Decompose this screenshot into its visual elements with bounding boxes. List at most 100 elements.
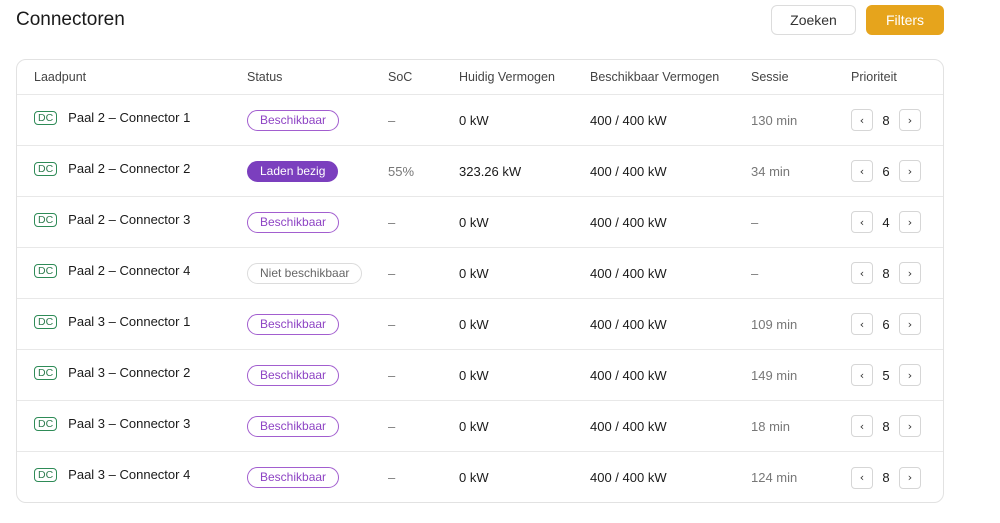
priority-value: 8 — [882, 418, 890, 434]
cell-prioriteit: ‹ 8 › — [851, 452, 921, 502]
priority-increase-button[interactable]: › — [899, 415, 921, 437]
priority-decrease-button[interactable]: ‹ — [851, 364, 873, 386]
table-header-row: Laadpunt Status SoC Huidig Vermogen Besc… — [17, 60, 943, 95]
column-header-prioriteit[interactable]: Prioriteit — [851, 60, 897, 94]
cell-huidig-vermogen: 0 kW — [459, 470, 489, 485]
priority-decrease-button[interactable]: ‹ — [851, 313, 873, 335]
filters-button[interactable]: Filters — [866, 5, 944, 35]
priority-value: 6 — [882, 163, 890, 179]
priority-decrease-button[interactable]: ‹ — [851, 109, 873, 131]
cell-beschikbaar-vermogen: 400 / 400 kW — [590, 470, 667, 485]
table-row[interactable]: DC Paal 3 – Connector 2 Beschikbaar – 0 kW 40… — [17, 350, 943, 401]
cell-huidig-vermogen: 0 kW — [459, 367, 489, 383]
cell-beschikbaar-vermogen: 400 / 400 kW — [590, 163, 667, 179]
status-badge: Beschikbaar — [247, 313, 340, 335]
priority-decrease-button[interactable]: ‹ — [851, 211, 873, 233]
priority-value: 6 — [882, 316, 890, 332]
priority-decrease-button[interactable]: ‹ — [851, 415, 873, 437]
table-row[interactable]: DC Paal 2 – Connector 1 Beschikbaar – 0 kW 40… — [17, 95, 943, 146]
cell-status: Beschikbaar — [247, 299, 340, 349]
status-badge: Beschikbaar — [247, 109, 340, 131]
cell-beschikbaar-vermogen: 400 / 400 kW — [590, 316, 667, 332]
column-header-huidig-vermogen[interactable]: Huidig Vermogen — [459, 60, 555, 94]
column-header-soc[interactable]: SoC — [388, 60, 412, 94]
connector-name: Paal 2 – Connector 2 — [68, 161, 191, 176]
connector-name: Paal 3 – Connector 1 — [68, 314, 191, 329]
priority-value: 5 — [882, 367, 890, 383]
connector-name: Paal 2 – Connector 3 — [68, 212, 191, 227]
cell-soc: – — [388, 112, 396, 128]
cell-beschikbaar-vermogen: 400 / 400 kW — [590, 214, 667, 230]
priority-increase-button[interactable]: › — [899, 313, 921, 335]
cell-huidig-vermogen: 0 kW — [459, 316, 489, 332]
priority-decrease-button[interactable]: ‹ — [851, 262, 873, 284]
priority-decrease-button[interactable]: ‹ — [851, 466, 873, 489]
connector-type-badge: DC — [34, 111, 58, 125]
cell-prioriteit: ‹ 6 › — [851, 146, 921, 196]
column-header-sessie[interactable]: Sessie — [751, 60, 789, 94]
column-header-beschikbaar-vermogen[interactable]: Beschikbaar Vermogen — [590, 60, 719, 94]
priority-increase-button[interactable]: › — [899, 160, 921, 182]
cell-laadpunt: DC Paal 3 – Connector 1 — [34, 299, 190, 349]
cell-laadpunt: DC Paal 3 – Connector 2 — [34, 350, 190, 400]
table-row[interactable]: DC Paal 3 – Connector 1 Beschikbaar – 0 kW 40… — [17, 299, 943, 350]
connector-name: Paal 2 – Connector 4 — [68, 263, 191, 278]
priority-increase-button[interactable]: › — [899, 262, 921, 284]
cell-soc: – — [388, 470, 396, 485]
cell-sessie: – — [751, 265, 759, 281]
connector-type-badge: DC — [34, 315, 58, 329]
table-row[interactable]: DC Paal 2 – Connector 2 Laden bezig 55% 323.… — [17, 146, 943, 197]
page-title: Connectoren — [16, 9, 125, 30]
cell-prioriteit: ‹ 4 › — [851, 197, 921, 247]
cell-prioriteit: ‹ 8 › — [851, 401, 921, 451]
cell-prioriteit: ‹ 6 › — [851, 299, 921, 349]
connector-name: Paal 3 – Connector 2 — [68, 365, 191, 380]
connector-type-badge: DC — [34, 162, 58, 176]
cell-sessie: 18 min — [751, 418, 791, 434]
cell-huidig-vermogen: 0 kW — [459, 265, 489, 281]
column-header-status[interactable]: Status — [247, 60, 282, 94]
priority-increase-button[interactable]: › — [899, 211, 921, 233]
cell-status: Laden bezig — [247, 146, 339, 196]
status-badge: Beschikbaar — [247, 415, 340, 437]
cell-sessie: 34 min — [751, 163, 791, 179]
cell-laadpunt: DC Paal 3 – Connector 3 — [34, 401, 190, 451]
cell-beschikbaar-vermogen: 400 / 400 kW — [590, 418, 667, 434]
cell-prioriteit: ‹ 8 › — [851, 248, 921, 298]
cell-status: Beschikbaar — [247, 350, 340, 400]
cell-soc: – — [388, 367, 396, 383]
connector-type-badge: DC — [34, 417, 58, 431]
priority-increase-button[interactable]: › — [899, 109, 921, 131]
table-row[interactable]: DC Paal 3 – Connector 4 Beschikbaar – 0 kW 40… — [17, 452, 943, 502]
cell-soc: – — [388, 265, 396, 281]
cell-laadpunt: DC Paal 3 – Connector 4 — [34, 452, 190, 502]
table-row[interactable]: DC Paal 2 – Connector 3 Beschikbaar – 0 kW 40… — [17, 197, 943, 248]
priority-decrease-button[interactable]: ‹ — [851, 160, 873, 182]
cell-huidig-vermogen: 323.26 kW — [459, 163, 522, 179]
search-button[interactable]: Zoeken — [771, 5, 856, 35]
status-badge: Niet beschikbaar — [247, 262, 363, 284]
status-badge: Beschikbaar — [247, 211, 340, 233]
status-badge: Laden bezig — [247, 160, 339, 182]
cell-beschikbaar-vermogen: 400 / 400 kW — [590, 265, 667, 281]
priority-value: 8 — [882, 112, 890, 128]
cell-soc: 55% — [388, 163, 415, 179]
table-row[interactable]: DC Paal 2 – Connector 4 Niet beschikbaar – 0… — [17, 248, 943, 299]
cell-status: Beschikbaar — [247, 452, 340, 502]
connectors-table: Laadpunt Status SoC Huidig Vermogen Besc… — [16, 59, 944, 503]
cell-soc: – — [388, 214, 396, 230]
cell-sessie: 149 min — [751, 367, 798, 383]
priority-increase-button[interactable]: › — [899, 466, 921, 489]
priority-increase-button[interactable]: › — [899, 364, 921, 386]
cell-status: Beschikbaar — [247, 401, 340, 451]
connector-type-badge: DC — [34, 213, 58, 227]
cell-laadpunt: DC Paal 2 – Connector 2 — [34, 146, 190, 196]
cell-status: Beschikbaar — [247, 95, 340, 145]
connector-type-badge: DC — [34, 264, 58, 278]
table-row[interactable]: DC Paal 3 – Connector 3 Beschikbaar – 0 kW 40… — [17, 401, 943, 452]
cell-huidig-vermogen: 0 kW — [459, 418, 489, 434]
priority-value: 8 — [882, 265, 890, 281]
connector-name: Paal 3 – Connector 3 — [68, 416, 191, 431]
cell-beschikbaar-vermogen: 400 / 400 kW — [590, 112, 667, 128]
column-header-laadpunt[interactable]: Laadpunt — [34, 60, 86, 94]
